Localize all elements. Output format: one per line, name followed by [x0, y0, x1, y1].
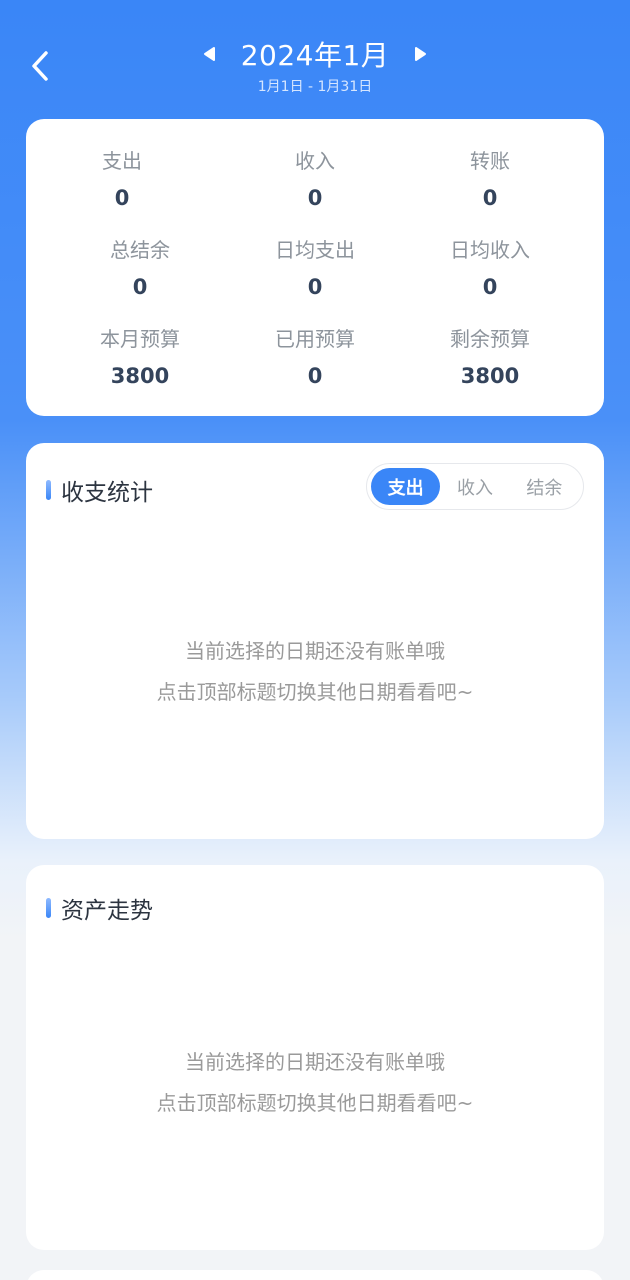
stat-label: 总结余	[110, 238, 170, 262]
stat-value: 0	[307, 275, 323, 299]
income-expense-card: 收支统计 支出 收入 结余 当前选择的日期还没有账单哦 点击顶部标题切换其他日期…	[26, 443, 604, 839]
stat-label: 日均支出	[275, 238, 355, 262]
summary-card: 支出 0 收入 0 转账 0 总结余 0 日均支出 0 日均收入 0 本月预算 …	[26, 119, 604, 416]
stat-value: 0	[307, 364, 323, 388]
stat-monthly-budget: 本月预算 3800	[44, 327, 236, 389]
stat-value: 0	[114, 186, 130, 210]
stat-label: 转账	[470, 149, 510, 173]
header: 2024年1月 1月1日 - 1月31日	[0, 0, 630, 110]
empty-state: 当前选择的日期还没有账单哦 点击顶部标题切换其他日期看看吧~	[26, 1042, 604, 1124]
tab-expense[interactable]: 支出	[371, 468, 441, 505]
stat-value: 0	[307, 186, 323, 210]
section-header: 资产走势	[46, 891, 153, 925]
stat-value: 0	[482, 275, 498, 299]
stat-remaining-budget: 剩余预算 3800	[394, 327, 586, 389]
stat-transfer: 转账 0	[394, 149, 586, 211]
stat-value: 0	[132, 275, 148, 299]
section-title: 资产走势	[61, 898, 153, 924]
empty-message: 当前选择的日期还没有账单哦	[185, 1050, 445, 1074]
empty-hint: 点击顶部标题切换其他日期看看吧~	[156, 1091, 474, 1115]
date-range: 1月1日 - 1月31日	[257, 79, 373, 95]
next-card-peek	[26, 1270, 604, 1280]
stat-used-budget: 已用预算 0	[219, 327, 411, 389]
accent-bar	[46, 898, 51, 918]
stat-income: 收入 0	[219, 149, 411, 211]
stat-value: 3800	[460, 364, 520, 388]
empty-message: 当前选择的日期还没有账单哦	[185, 639, 445, 663]
stat-value: 0	[482, 186, 498, 210]
tab-balance[interactable]: 结余	[510, 468, 579, 505]
stat-label: 本月预算	[100, 327, 180, 351]
stat-value: 3800	[110, 364, 170, 388]
tab-income[interactable]: 收入	[440, 468, 509, 505]
triangle-right-icon	[415, 47, 427, 61]
previous-month-button[interactable]	[199, 42, 219, 66]
stat-daily-expense: 日均支出 0	[219, 238, 411, 300]
month-title[interactable]: 2024年1月	[241, 34, 390, 74]
stat-daily-income: 日均收入 0	[394, 238, 586, 300]
stat-label: 已用预算	[275, 327, 355, 351]
asset-trend-card: 资产走势 当前选择的日期还没有账单哦 点击顶部标题切换其他日期看看吧~	[26, 865, 604, 1250]
stat-label: 收入	[295, 149, 335, 173]
section-header: 收支统计	[46, 473, 153, 507]
empty-hint: 点击顶部标题切换其他日期看看吧~	[156, 680, 474, 704]
month-navigator: 2024年1月 1月1日 - 1月31日	[0, 34, 630, 96]
triangle-left-icon	[203, 47, 215, 61]
type-segmented-control: 支出 收入 结余	[366, 463, 584, 510]
next-month-button[interactable]	[411, 42, 431, 66]
section-title: 收支统计	[61, 480, 153, 506]
stat-label: 剩余预算	[450, 327, 530, 351]
accent-bar	[46, 480, 51, 500]
empty-state: 当前选择的日期还没有账单哦 点击顶部标题切换其他日期看看吧~	[26, 631, 604, 713]
stat-total-balance: 总结余 0	[44, 238, 236, 300]
stat-label: 日均收入	[450, 238, 530, 262]
stat-expense: 支出 0	[26, 149, 218, 211]
stat-label: 支出	[102, 149, 142, 173]
